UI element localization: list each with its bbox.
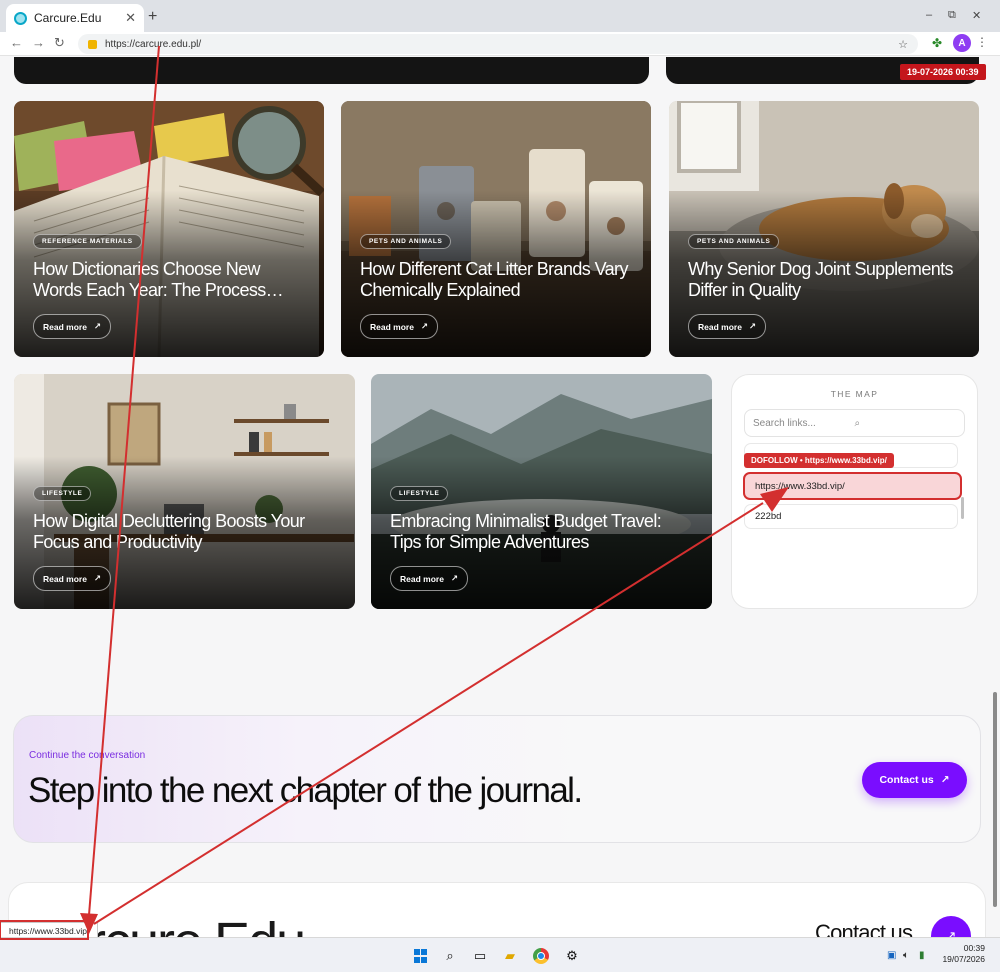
address-url[interactable]: https://carcure.edu.pl/ bbox=[105, 39, 898, 50]
article-card[interactable]: LIFESTYLE How Digital Decluttering Boost… bbox=[14, 374, 355, 609]
cta-section: Continue the conversation Step into the … bbox=[13, 715, 981, 843]
read-more-button[interactable]: Read more ↗ bbox=[688, 314, 767, 339]
chrome-icon[interactable] bbox=[533, 948, 549, 964]
cta-headline: Step into the next chapter of the journa… bbox=[28, 771, 583, 810]
arrow-up-right-icon: ↗ bbox=[420, 321, 429, 331]
article-card[interactable]: REFERENCE MATERIALS How Dictionaries Cho… bbox=[14, 101, 324, 357]
category-badge[interactable]: PETS AND ANIMALS bbox=[360, 234, 452, 249]
card-title[interactable]: How Digital Decluttering Boosts Your Foc… bbox=[33, 511, 339, 553]
card-title[interactable]: Embracing Minimalist Budget Travel: Tips… bbox=[390, 511, 696, 553]
map-title: THE MAP bbox=[830, 389, 879, 399]
arrow-up-right-icon: ↗ bbox=[450, 573, 459, 583]
article-card[interactable]: LIFESTYLE Embracing Minimalist Budget Tr… bbox=[371, 374, 712, 609]
category-badge[interactable]: LIFESTYLE bbox=[390, 486, 449, 501]
arrow-up-right-icon: ↗ bbox=[940, 774, 950, 786]
card-body: PETS AND ANIMALS How Different Cat Litte… bbox=[360, 230, 635, 339]
site-footer: Carcure.Edu Contact us ↗ bbox=[8, 882, 986, 937]
profile-avatar[interactable]: A bbox=[953, 34, 971, 52]
extension-puzzle-icon[interactable]: ✤ bbox=[932, 36, 942, 50]
footer-contact-link[interactable]: Contact us bbox=[815, 920, 913, 937]
map-link-item[interactable]: 222bd bbox=[744, 504, 958, 529]
arrow-up-right-icon: ↗ bbox=[93, 573, 102, 583]
dofollow-label: DOFOLLOW • https://www.33bd.vip/ bbox=[744, 453, 894, 468]
tab-title: Carcure.Edu bbox=[34, 11, 102, 25]
read-more-label: Read more bbox=[43, 573, 87, 584]
search-icon[interactable]: ⌕ bbox=[855, 418, 957, 429]
arrow-up-right-icon: ↗ bbox=[748, 321, 757, 331]
card-title[interactable]: How Different Cat Litter Brands Vary Che… bbox=[360, 259, 635, 301]
browser-tab[interactable]: Carcure.Edu ✕ bbox=[6, 4, 144, 32]
card-title[interactable]: How Dictionaries Choose New Words Each Y… bbox=[33, 259, 308, 301]
arrow-up-right-icon[interactable]: ↗ bbox=[931, 916, 971, 937]
os-taskbar: ⌕ ▭ ▰ ⚙ ▣ 🔈︎ ▮ 00:39 19/07/2026 bbox=[0, 937, 1000, 972]
windows-start-icon[interactable] bbox=[412, 948, 428, 964]
card-body: LIFESTYLE Embracing Minimalist Budget Tr… bbox=[390, 482, 696, 591]
clock-date: 19/07/2026 bbox=[942, 954, 985, 964]
read-more-label: Read more bbox=[400, 573, 444, 584]
contact-us-button[interactable]: Contact us ↗ bbox=[862, 762, 967, 798]
card-body: PETS AND ANIMALS Why Senior Dog Joint Su… bbox=[688, 230, 963, 339]
link-map-widget: THE MAP Search links... ⌕ https://www.33… bbox=[731, 374, 978, 609]
page-scrollbar-thumb[interactable] bbox=[993, 692, 997, 907]
search-icon[interactable]: ⌕ bbox=[442, 948, 458, 964]
close-window-button[interactable]: ✕ bbox=[972, 9, 981, 22]
map-search-field[interactable]: Search links... ⌕ bbox=[744, 409, 965, 437]
read-more-button[interactable]: Read more ↗ bbox=[390, 566, 469, 591]
battery-icon[interactable]: ▮ bbox=[919, 950, 925, 961]
tray-app-icon[interactable]: ▣ bbox=[887, 950, 896, 961]
forward-icon[interactable]: → bbox=[32, 35, 45, 50]
map-scrollbar[interactable] bbox=[961, 497, 964, 519]
read-more-button[interactable]: Read more ↗ bbox=[360, 314, 439, 339]
back-icon[interactable]: ← bbox=[10, 35, 23, 50]
read-more-button[interactable]: Read more ↗ bbox=[33, 566, 112, 591]
article-card[interactable]: PETS AND ANIMALS How Different Cat Litte… bbox=[341, 101, 651, 357]
tab-strip: Carcure.Edu ✕ + – ⧉ ✕ bbox=[0, 0, 1000, 32]
card-body: LIFESTYLE How Digital Decluttering Boost… bbox=[33, 482, 339, 591]
card-title[interactable]: Why Senior Dog Joint Supplements Differ … bbox=[688, 259, 963, 301]
map-link-item-highlighted[interactable]: https://www.33bd.vip/ bbox=[743, 472, 962, 500]
restore-button[interactable]: ⧉ bbox=[948, 9, 956, 22]
taskbar-clock[interactable]: 00:39 19/07/2026 bbox=[935, 943, 985, 965]
article-card-partial[interactable] bbox=[14, 57, 649, 84]
clock-time: 00:39 bbox=[963, 943, 985, 953]
read-more-label: Read more bbox=[698, 321, 742, 332]
map-search-input[interactable]: Search links... bbox=[753, 418, 855, 429]
browser-toolbar: ← → ↻ https://carcure.edu.pl/ ☆ ✤ A ⋮ bbox=[0, 32, 1000, 56]
page-viewport: 19-07-2026 00:39 REFERENCE MATERIALS How… bbox=[0, 57, 1000, 937]
arrow-up-right-icon: ↗ bbox=[93, 321, 102, 331]
timestamp-stamp: 19-07-2026 00:39 bbox=[900, 64, 986, 80]
address-bar[interactable]: https://carcure.edu.pl/ ☆ bbox=[78, 34, 918, 54]
close-tab-icon[interactable]: ✕ bbox=[125, 10, 136, 26]
browser-menu-icon[interactable]: ⋮ bbox=[976, 35, 988, 49]
category-badge[interactable]: REFERENCE MATERIALS bbox=[33, 234, 142, 249]
article-card[interactable]: PETS AND ANIMALS Why Senior Dog Joint Su… bbox=[669, 101, 979, 357]
speaker-icon[interactable]: 🔈︎ bbox=[903, 950, 909, 961]
cta-kicker: Continue the conversation bbox=[29, 750, 146, 761]
card-body: REFERENCE MATERIALS How Dictionaries Cho… bbox=[33, 230, 308, 339]
site-favicon-icon bbox=[14, 11, 27, 25]
file-explorer-icon[interactable]: ▰ bbox=[502, 948, 518, 964]
read-more-label: Read more bbox=[370, 321, 414, 332]
task-view-icon[interactable]: ▭ bbox=[472, 948, 488, 964]
contact-us-label: Contact us bbox=[879, 774, 934, 786]
reload-icon[interactable]: ↻ bbox=[54, 35, 65, 51]
settings-gear-icon[interactable]: ⚙ bbox=[564, 948, 580, 964]
new-tab-button[interactable]: + bbox=[148, 8, 157, 26]
category-badge[interactable]: LIFESTYLE bbox=[33, 486, 92, 501]
category-badge[interactable]: PETS AND ANIMALS bbox=[688, 234, 780, 249]
minimize-button[interactable]: – bbox=[926, 9, 932, 21]
bookmark-star-icon[interactable]: ☆ bbox=[898, 38, 908, 51]
read-more-label: Read more bbox=[43, 321, 87, 332]
lock-icon bbox=[88, 39, 97, 49]
read-more-button[interactable]: Read more ↗ bbox=[33, 314, 112, 339]
